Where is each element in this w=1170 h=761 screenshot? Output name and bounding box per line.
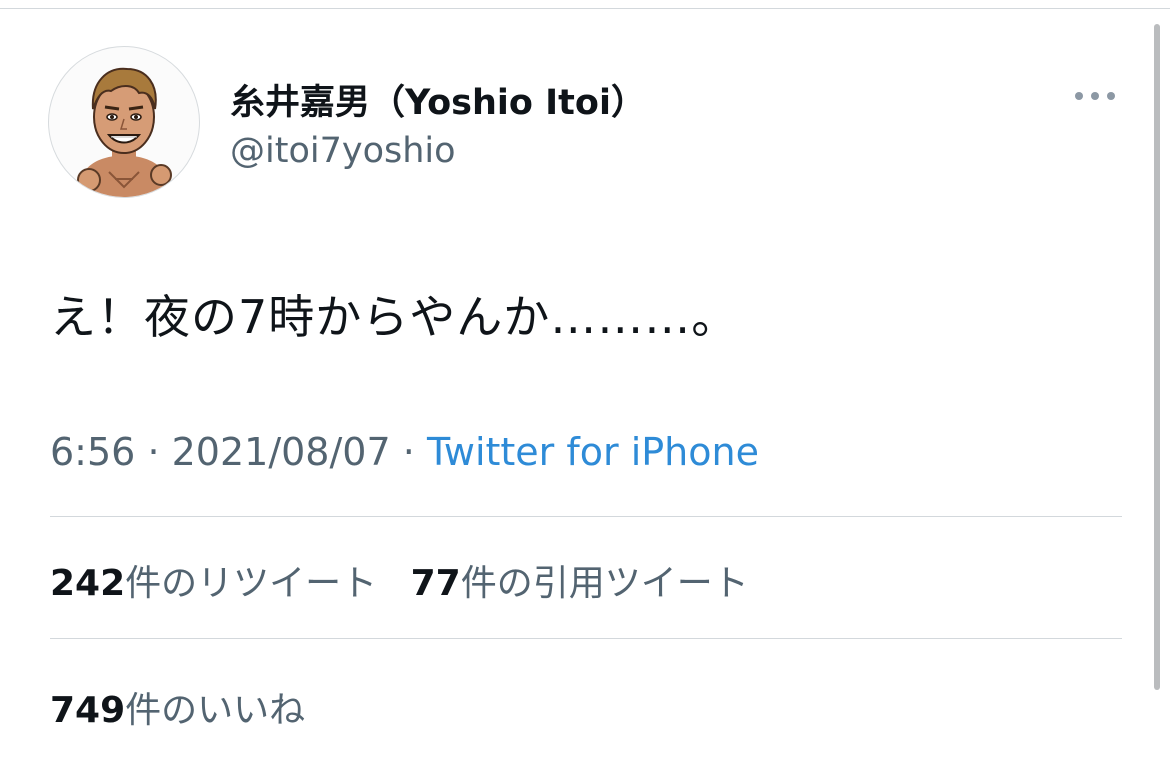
likes-stat[interactable]: 749件のいいね (50, 681, 305, 733)
tweet-date[interactable]: 2021/08/07 (172, 430, 391, 474)
more-options-button[interactable] (1070, 84, 1120, 108)
quotes-label: 件の引用ツイート (460, 563, 749, 604)
retweets-label: 件のリツイート (125, 563, 378, 604)
avatar[interactable] (48, 46, 200, 198)
meta-separator: · (147, 430, 160, 474)
meta-separator: · (402, 430, 415, 474)
scrollbar[interactable] (1154, 24, 1160, 690)
tweet-source-link[interactable]: Twitter for iPhone (427, 430, 759, 474)
likes-count: 749 (50, 690, 126, 731)
divider (50, 638, 1122, 639)
stats-row-shares: 242件のリツイート 77件の引用ツイート (50, 554, 749, 606)
likes-label: 件のいいね (125, 690, 306, 731)
stats-row-likes: 749件のいいね (50, 681, 305, 733)
quotes-stat[interactable]: 77件の引用ツイート (411, 554, 749, 606)
user-handle[interactable]: @itoi7yoshio (230, 131, 456, 171)
tweet-text: え！夜の7時からやんか………。 (50, 290, 739, 344)
top-divider (0, 8, 1170, 9)
divider (50, 516, 1122, 517)
user-display-name[interactable]: 糸井嘉男（Yoshio Itoi） (230, 74, 646, 125)
tweet-meta: 6:56 · 2021/08/07 · Twitter for iPhone (50, 430, 759, 474)
more-horizontal-icon (1075, 92, 1115, 100)
avatar-illustration (77, 67, 172, 197)
retweets-stat[interactable]: 242件のリツイート (50, 554, 377, 606)
quotes-count: 77 (410, 563, 461, 604)
retweets-count: 242 (50, 563, 126, 604)
tweet-time[interactable]: 6:56 (50, 430, 135, 474)
